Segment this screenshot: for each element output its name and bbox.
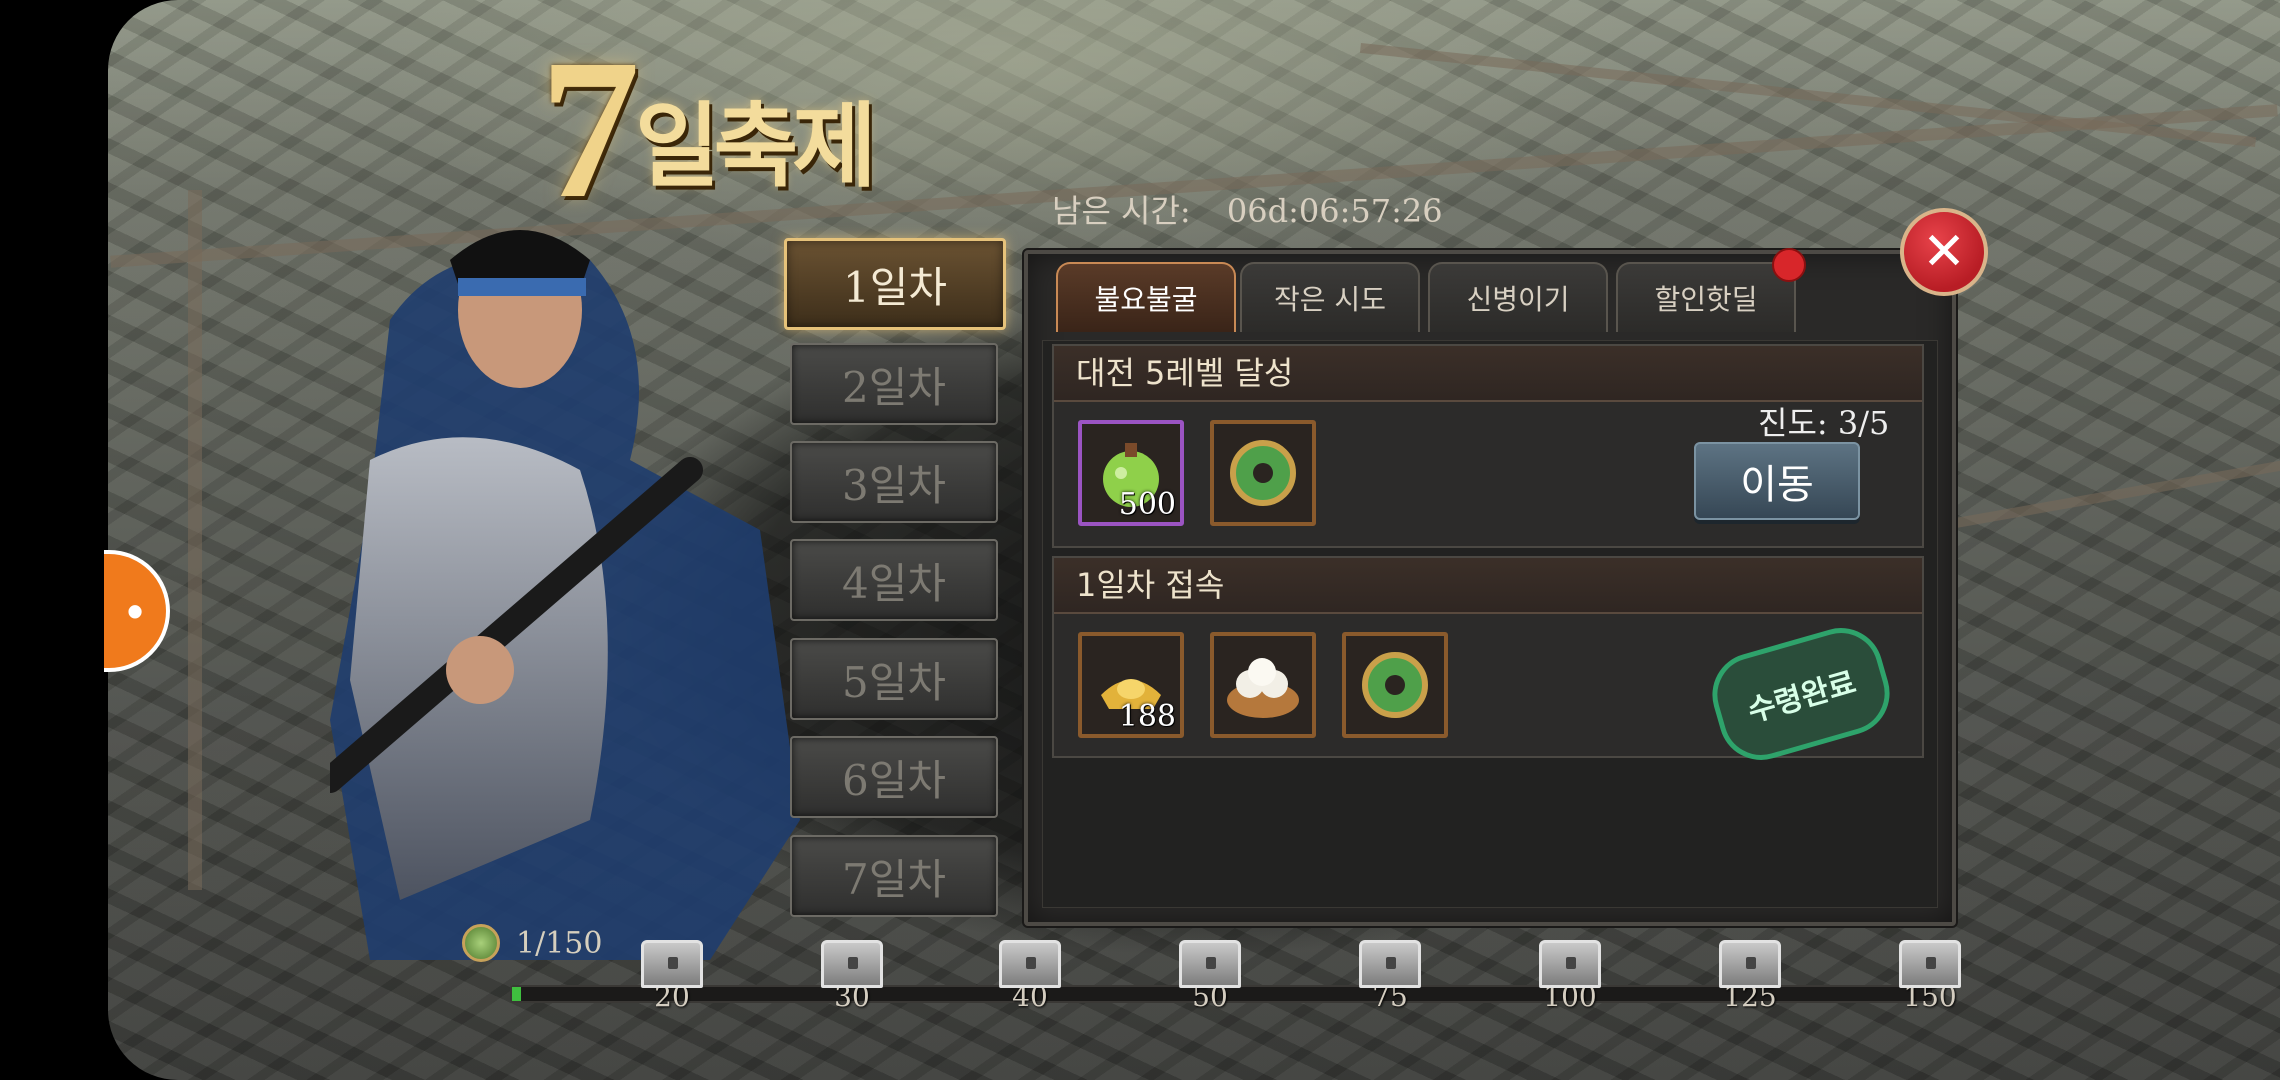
milestone-chest[interactable]: 20: [632, 940, 712, 1013]
chest-icon: [821, 940, 883, 988]
remaining-time: 남은 시간: 06d:06:57:26: [1052, 186, 1443, 232]
day-tab-1[interactable]: 1일차: [784, 238, 1006, 330]
tab-indomitable[interactable]: 불요불굴: [1056, 262, 1236, 332]
day-tab-7[interactable]: 7일차: [790, 835, 998, 917]
day-tab-4[interactable]: 4일차: [790, 539, 998, 621]
milestone-chest[interactable]: 100: [1530, 940, 1610, 1013]
reward-item[interactable]: [1210, 420, 1316, 526]
reward-item[interactable]: [1210, 632, 1316, 738]
chest-icon: [1359, 940, 1421, 988]
milestone-chest[interactable]: 30: [812, 940, 892, 1013]
jade-coin-icon: [1230, 440, 1296, 506]
event-points: 1/150: [462, 924, 602, 962]
chest-icon: [999, 940, 1061, 988]
notification-dot: [1772, 248, 1806, 282]
day-tab-3[interactable]: 3일차: [790, 441, 998, 523]
tab-divine-weapon[interactable]: 신병이기: [1428, 262, 1608, 332]
reward-quantity: 500: [1118, 487, 1176, 522]
mission-title: 1일차 접속: [1054, 558, 1922, 614]
reward-quantity: 188: [1118, 699, 1176, 734]
milestone-chest[interactable]: 125: [1710, 940, 1790, 1013]
assistant-icon: •: [126, 585, 144, 637]
move-button[interactable]: 이동: [1694, 442, 1860, 520]
day-tab-6[interactable]: 6일차: [790, 736, 998, 818]
reward-item[interactable]: [1342, 632, 1448, 738]
tab-discount-deal[interactable]: 할인핫딜: [1616, 262, 1796, 332]
remaining-time-label: 남은 시간:: [1052, 192, 1191, 230]
chest-icon: [1539, 940, 1601, 988]
mission-progress: 진도: 3/5: [1758, 404, 1890, 442]
event-points-value: 1/150: [516, 925, 603, 961]
milestone-progress-fill: [512, 987, 522, 1001]
day-tab-5[interactable]: 5일차: [790, 638, 998, 720]
milestone-chest[interactable]: 40: [990, 940, 1070, 1013]
close-button[interactable]: ✕: [1900, 208, 1988, 296]
event-title-word: 일축제: [635, 93, 877, 200]
remaining-time-value: 06d:06:57:26: [1226, 192, 1443, 230]
milestone-chest[interactable]: 50: [1170, 940, 1250, 1013]
reward-item[interactable]: 188: [1078, 632, 1184, 738]
chest-icon: [1719, 940, 1781, 988]
chest-icon: [641, 940, 703, 988]
milestone-chest[interactable]: 75: [1350, 940, 1430, 1013]
day-tab-2[interactable]: 2일차: [790, 343, 998, 425]
milestone-chest[interactable]: 150: [1890, 940, 1970, 1013]
chest-icon: [1179, 940, 1241, 988]
mission-title: 대전 5레벨 달성: [1054, 346, 1922, 402]
tab-small-attempt[interactable]: 작은 시도: [1240, 262, 1420, 332]
steamed-buns-icon: [1227, 658, 1299, 718]
chest-icon: [1899, 940, 1961, 988]
jade-coin-icon: [462, 924, 500, 962]
jade-coin-icon: [1362, 652, 1428, 718]
reward-item[interactable]: 500: [1078, 420, 1184, 526]
hero-portrait: [330, 230, 800, 960]
close-icon: ✕: [1922, 222, 1966, 282]
